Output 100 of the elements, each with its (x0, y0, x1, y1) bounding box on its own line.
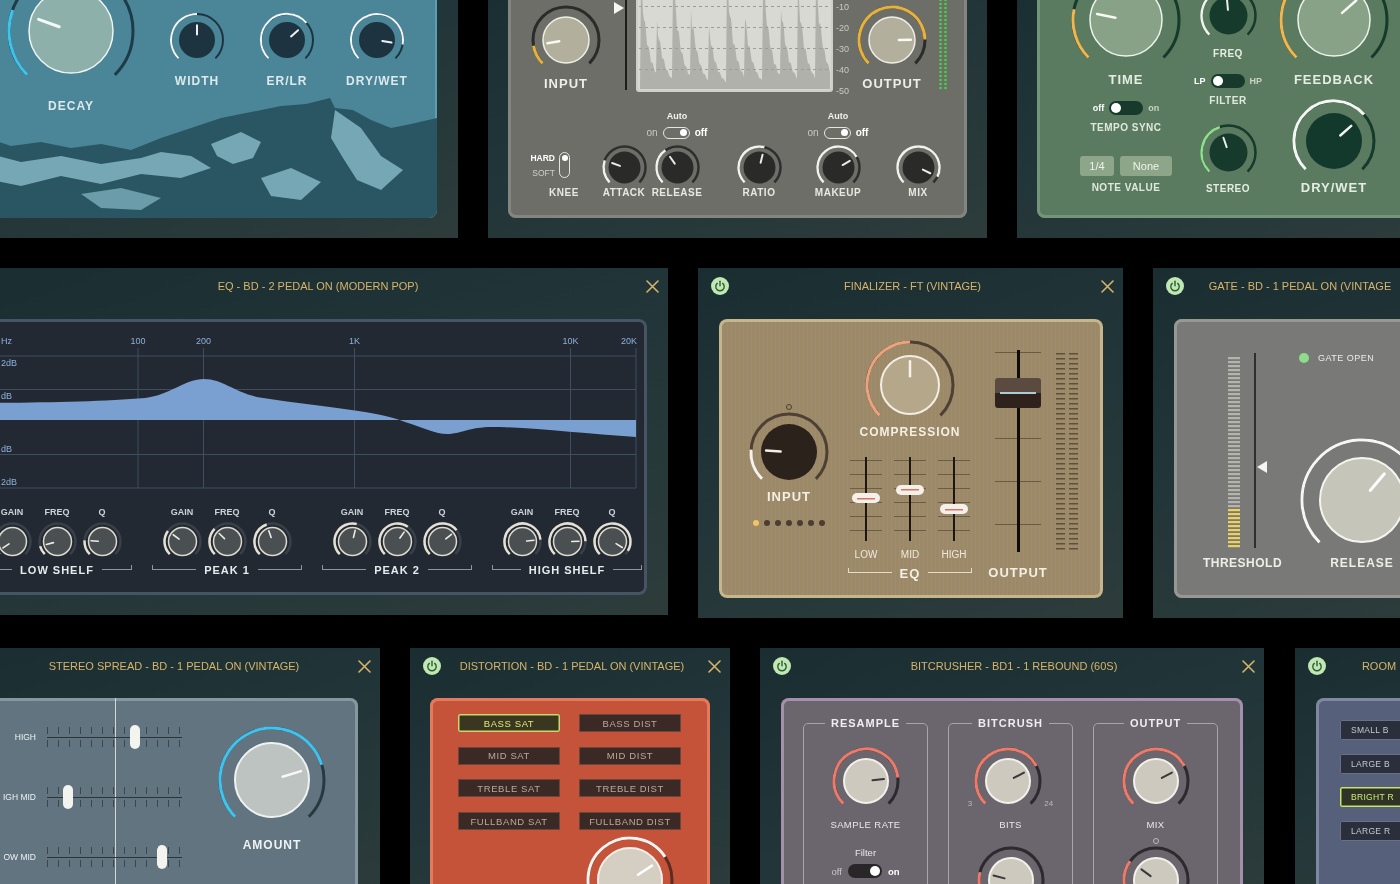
rotary-knob[interactable] (735, 143, 783, 186)
window-title: GATE - BD - 1 PEDAL ON (VINTAGE (1208, 280, 1392, 292)
slider-thumb[interactable] (896, 485, 924, 496)
knob-label: MIX (1146, 819, 1165, 831)
knob-label: TIME (1108, 72, 1144, 87)
power-icon[interactable] (773, 657, 791, 675)
power-icon[interactable] (711, 277, 729, 295)
slider-thumb[interactable] (940, 504, 968, 515)
rotary-knob[interactable] (161, 520, 203, 558)
group-title: RESAMPLE (824, 716, 907, 730)
switch-label: HP (1249, 75, 1262, 86)
rotary-knob[interactable] (591, 520, 633, 558)
preset-button[interactable]: BRIGHT R (1340, 787, 1400, 807)
preset-button[interactable]: SMALL B (1340, 720, 1400, 740)
rotary-knob[interactable] (546, 520, 588, 558)
knob-label: FREQ (384, 506, 410, 518)
frequency-label: 200 (196, 335, 211, 346)
slider-label: LOW (854, 548, 878, 561)
switch-title: Filter (854, 847, 877, 859)
section-label: PEAK 2 (373, 563, 421, 577)
rotary-knob[interactable] (251, 520, 293, 558)
close-icon[interactable] (358, 659, 371, 673)
slider-thumb[interactable] (129, 725, 140, 749)
fader-track[interactable] (995, 350, 1041, 552)
slider-thumb[interactable] (157, 845, 167, 869)
rotary-knob[interactable] (376, 520, 418, 558)
slider-track[interactable] (850, 457, 882, 541)
power-icon[interactable] (423, 657, 441, 675)
mode-button[interactable]: FULLBAND SAT (458, 812, 560, 831)
gain-label: 2dB (1, 357, 17, 368)
rotary-knob[interactable] (206, 520, 248, 558)
scale-label: -10 (836, 1, 849, 12)
knob-label: OUTPUT (862, 76, 922, 91)
slider-thumb[interactable] (63, 785, 74, 809)
rotary-knob[interactable] (653, 143, 701, 186)
rotary-knob[interactable] (349, 12, 405, 62)
slider-track[interactable] (894, 457, 926, 541)
scale-label: -40 (836, 64, 849, 75)
preset-button[interactable]: LARGE B (1340, 753, 1400, 774)
toggle-switch[interactable] (847, 864, 882, 878)
mode-button[interactable]: TREBLE SAT (458, 779, 560, 798)
section-label: HIGH SHELF (527, 563, 607, 577)
knob-label: MIX (908, 187, 928, 199)
power-icon[interactable] (1308, 657, 1326, 675)
fader-thumb[interactable] (995, 377, 1041, 408)
mode-button[interactable]: BASS SAT (458, 714, 560, 732)
switch-label: on (887, 865, 900, 877)
switch-label: off (694, 127, 708, 138)
power-icon[interactable] (1166, 277, 1184, 295)
knob-label: GAIN (170, 506, 194, 518)
knob-label: Q (98, 506, 106, 518)
rotary-knob[interactable] (501, 520, 543, 558)
toggle-switch[interactable] (1210, 73, 1245, 88)
slider-track[interactable] (1254, 353, 1268, 548)
switch-label: on (1148, 102, 1160, 113)
close-icon[interactable] (1101, 279, 1114, 293)
window-title: BITCRUSHER - BD1 - 1 REBOUND (60S) (910, 660, 1118, 672)
window-title: EQ - BD - 2 PEDAL ON (MODERN POP) (217, 280, 419, 292)
close-icon[interactable] (1242, 659, 1255, 673)
toggle-switch[interactable] (1109, 100, 1144, 115)
mode-button[interactable]: MID DIST (579, 746, 681, 765)
mode-button[interactable]: BASS DIST (579, 714, 681, 732)
knob-label: SAMPLE RATE (830, 819, 901, 831)
knob-label: Q (608, 506, 616, 518)
rotary-knob[interactable] (814, 143, 862, 186)
knob-label: Q (268, 506, 276, 518)
close-icon[interactable] (708, 659, 721, 673)
preset-button[interactable]: LARGE R (1340, 820, 1400, 841)
control-label: NOTE VALUE (1091, 181, 1161, 194)
rotary-knob[interactable] (331, 520, 373, 558)
slider-label: HIGH (941, 548, 967, 561)
status-label: GATE OPEN (1318, 353, 1375, 363)
group-title: OUTPUT (1123, 716, 1188, 730)
switch-label: off (831, 865, 842, 877)
slider-thumb[interactable] (1257, 461, 1267, 473)
rotary-knob[interactable] (259, 12, 315, 62)
mode-button[interactable]: FULLBAND DIST (579, 812, 681, 831)
mode-button[interactable]: MID SAT (458, 746, 560, 765)
rotary-knob[interactable] (36, 520, 78, 558)
knob-label: DRY/WET (1300, 179, 1368, 195)
close-icon[interactable] (646, 279, 659, 293)
mode-button[interactable]: TREBLE DIST (579, 779, 681, 798)
knob-label: GAIN (510, 506, 534, 518)
slider-track[interactable] (938, 457, 970, 541)
rotary-knob[interactable] (0, 520, 33, 558)
switch-label: on (646, 127, 658, 138)
rotary-knob[interactable] (600, 143, 648, 186)
rotary-knob[interactable] (81, 520, 123, 558)
rotary-knob[interactable] (421, 520, 463, 558)
rotary-knob[interactable] (894, 143, 942, 186)
frequency-label: 10K (562, 335, 579, 346)
knob-label: WIDTH (174, 74, 220, 88)
slider-label: HIGH (13, 732, 36, 742)
group-title: BITCRUSH (972, 716, 1049, 730)
rotary-knob[interactable] (169, 12, 225, 62)
rotary-knob[interactable] (748, 403, 830, 483)
window-title: STEREO SPREAD - BD - 1 PEDAL ON (VINTAGE) (48, 660, 300, 672)
slider-thumb[interactable] (852, 493, 880, 504)
knob-label: ATTACK (602, 187, 646, 199)
slider-label: THRESHOLD (1202, 555, 1283, 571)
